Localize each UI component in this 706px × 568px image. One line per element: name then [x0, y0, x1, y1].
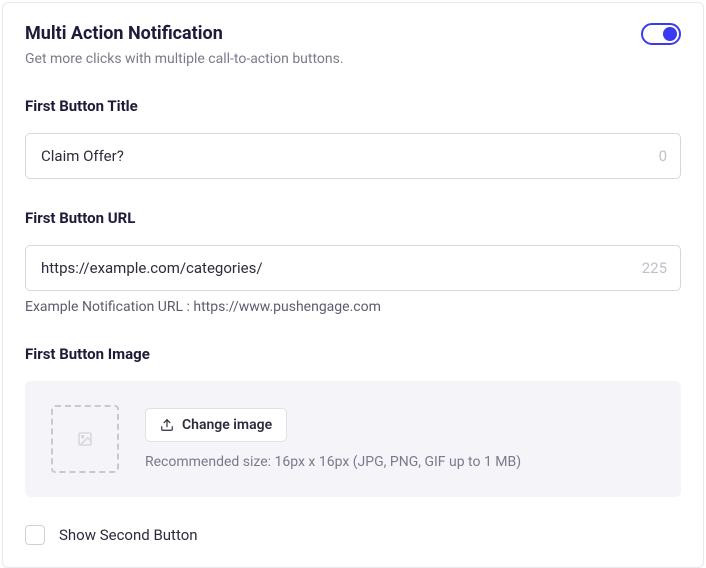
change-image-label: Change image — [182, 417, 272, 433]
toggle-knob — [663, 27, 677, 41]
upload-icon — [160, 418, 174, 432]
section-subtitle: Get more clicks with multiple call-to-ac… — [25, 51, 681, 67]
first-button-title-input[interactable] — [25, 133, 681, 179]
section-title: Multi Action Notification — [25, 23, 223, 44]
first-button-image-label: First Button Image — [25, 345, 681, 363]
change-image-button[interactable]: Change image — [145, 408, 287, 442]
first-button-url-label: First Button URL — [25, 209, 681, 227]
image-upload-panel: Change image Recommended size: 16px x 16… — [25, 381, 681, 497]
image-placeholder-icon — [77, 431, 93, 447]
image-recommended-text: Recommended size: 16px x 16px (JPG, PNG,… — [145, 454, 521, 470]
first-button-title-count: 0 — [659, 147, 667, 165]
enable-toggle[interactable] — [641, 23, 681, 45]
show-second-button-checkbox[interactable] — [25, 525, 45, 545]
image-dropzone[interactable] — [51, 405, 119, 473]
first-button-url-input[interactable] — [25, 245, 681, 291]
first-button-title-label: First Button Title — [25, 97, 681, 115]
first-button-url-count: 225 — [642, 259, 667, 277]
show-second-button-label[interactable]: Show Second Button — [59, 526, 198, 544]
url-hint: Example Notification URL : https://www.p… — [25, 299, 681, 315]
